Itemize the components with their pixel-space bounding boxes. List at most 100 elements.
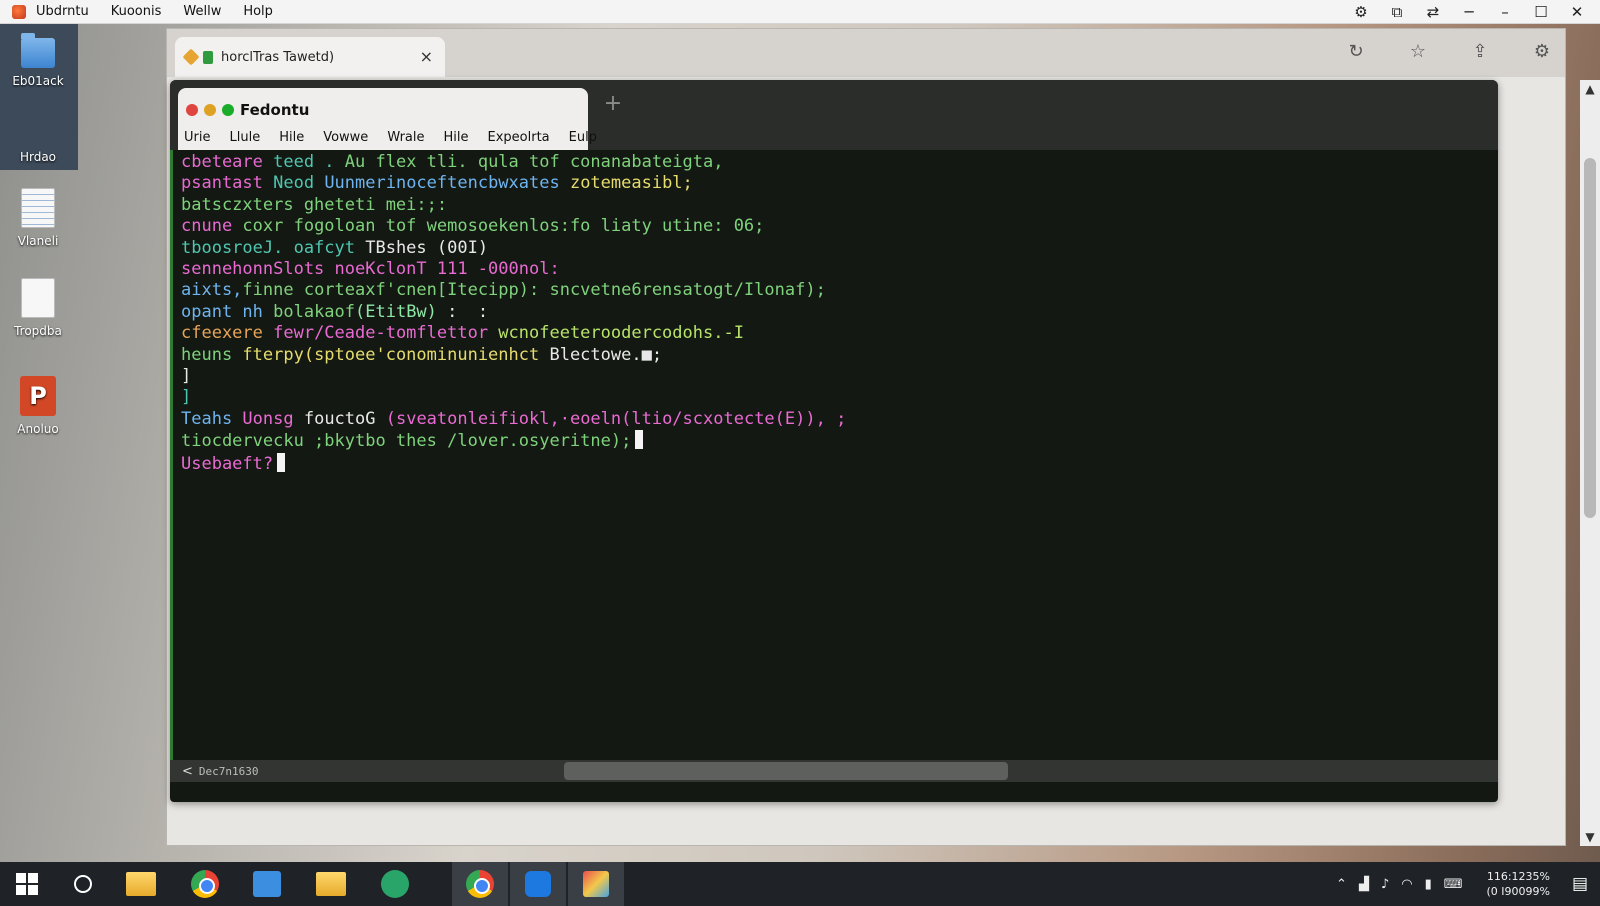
terminal-text-segment: Usebaeft? — [181, 453, 274, 474]
scroll-down-icon[interactable]: ▼ — [1580, 830, 1600, 844]
terminal-line: cfeexere fewr/Ceade-tomflettor wcnofeete… — [181, 323, 1498, 344]
presentation-icon: P — [20, 376, 56, 416]
tab-close-icon[interactable]: × — [420, 47, 433, 66]
terminal-text-segment: sennehonnSlots noeKclonT 111 -000nol: — [181, 259, 560, 280]
favicon-icon — [203, 50, 213, 64]
terminal-line: cbeteare teed . Au flex tli. qula tof co… — [181, 152, 1498, 173]
refresh-icon[interactable]: ↻ — [1345, 41, 1367, 62]
share-icon[interactable]: ⇪ — [1469, 41, 1491, 62]
terminal-text-segment: ■; — [641, 344, 663, 365]
menubar-item-help[interactable]: Holp — [243, 4, 273, 19]
volume-icon[interactable]: ♪ — [1381, 877, 1389, 892]
menubar-item-app[interactable]: Ubdrntu — [36, 4, 89, 19]
terminal-text-segment: bolakaof — [273, 301, 356, 322]
chrome-icon[interactable] — [188, 868, 222, 900]
terminal-menu: Urie Llule Hile Vowwe Wrale Hile Expeolr… — [184, 130, 616, 145]
desktop-icon-presentation[interactable]: P Anoluo — [0, 376, 76, 436]
paint-icon[interactable] — [568, 862, 624, 906]
battery-icon[interactable]: ▮ — [1425, 877, 1432, 892]
terminal-line: sennehonnSlots noeKclonT 111 -000nol: — [181, 259, 1498, 280]
desktop-icon-blank-document[interactable]: Tropdba — [0, 278, 76, 338]
window-zoom-button[interactable] — [222, 104, 234, 116]
terminal-line: tiocdervecku ;bkytbo thes /lover.osyerit… — [181, 430, 1498, 452]
star-icon[interactable]: ☆ — [1407, 41, 1429, 62]
shuffle-icon[interactable]: ⇄ — [1424, 3, 1442, 21]
files-icon[interactable] — [250, 868, 284, 900]
terminal-text-segment: tboosroeJ. oafcyt — [181, 237, 366, 258]
messaging-icon[interactable] — [378, 868, 412, 900]
desktop-icon-label: Anoluo — [17, 422, 59, 436]
terminal-text-segment: heuns — [181, 344, 243, 365]
video-call-icon[interactable] — [510, 862, 566, 906]
terminal-text-segment: ] — [181, 387, 192, 408]
browser-tab-bar: horclTras Tawetd) × ↻ ☆ ⇪ ⚙ — [167, 29, 1565, 77]
terminal-menu-item[interactable]: Vowwe — [323, 130, 368, 145]
terminal-text-segment: aixts, — [181, 280, 243, 301]
terminal-text-segment: cbeteare — [181, 152, 274, 172]
desktop-icon-label: Vlaneli — [17, 234, 59, 248]
screen-share-icon[interactable]: ⧉ — [1388, 3, 1406, 21]
window-minimize-button[interactable] — [204, 104, 216, 116]
terminal-menu-item[interactable]: Llule — [229, 130, 260, 145]
terminal-text-segment: Au flex tli. qula tof conanabateigta, — [344, 152, 724, 172]
terminal-text-segment: Blectowe. — [549, 344, 642, 365]
desktop-icon-folder[interactable]: Eb01ack — [0, 33, 76, 88]
windows-start-icon[interactable] — [10, 868, 44, 900]
menubar-item-2[interactable]: Kuoonis — [111, 4, 162, 19]
restore-icon[interactable]: – — [1496, 3, 1514, 21]
terminal-menu-item[interactable]: Eulp — [569, 130, 597, 145]
terminal-output[interactable]: cbeteare teed . Au flex tli. qula tof co… — [170, 150, 1498, 760]
terminal-menu-item[interactable]: Hile — [444, 130, 469, 145]
terminal-text-segment: ] — [181, 366, 192, 387]
terminal-menu-item[interactable]: Expeolrta — [488, 130, 550, 145]
network-icon[interactable]: ▟ — [1359, 877, 1369, 892]
terminal-text-segment: Uunmerinoceftencbwxates — [324, 173, 570, 194]
desktop-strip-label: Hrdao — [19, 150, 57, 164]
menubar-item-3[interactable]: Wellw — [183, 4, 221, 19]
desktop-icon-label: Tropdba — [14, 324, 62, 338]
close-icon[interactable]: ✕ — [1568, 3, 1586, 21]
system-tray: ⌃ ▟ ♪ ◠ ▮ ⌨ 116:1235% (0 I90099% — [1336, 862, 1550, 906]
maximize-icon[interactable]: ☐ — [1532, 3, 1550, 21]
terminal-menu-item[interactable]: Wrale — [387, 130, 424, 145]
settings-off-icon[interactable]: ⚙ — [1352, 3, 1370, 21]
browser-tab[interactable]: horclTras Tawetd) × — [175, 37, 445, 77]
terminal-text-segment: Neod — [273, 173, 325, 194]
folder-icon[interactable] — [314, 868, 348, 900]
file-explorer-icon[interactable] — [124, 868, 158, 900]
app-logo-icon[interactable] — [12, 4, 26, 19]
terminal-line: aixts,finne corteaxf'cnen[Itecipp): sncv… — [181, 280, 1498, 301]
terminal-menu-item[interactable]: Hile — [279, 130, 304, 145]
chrome-icon[interactable] — [452, 862, 508, 906]
chevron-up-icon[interactable]: ⌃ — [1336, 877, 1347, 892]
window-close-button[interactable] — [186, 104, 198, 116]
scroll-left-icon[interactable]: < — [182, 764, 193, 779]
browser-tab-title: horclTras Tawetd) — [221, 49, 335, 65]
vertical-scroll-thumb[interactable] — [1584, 158, 1596, 518]
terminal-text-segment: : : — [436, 301, 489, 322]
settings-icon[interactable]: ⚙ — [1531, 41, 1553, 62]
text-cursor — [277, 452, 286, 472]
terminal-text-segment: (EtitBw) — [355, 301, 437, 322]
desktop-icon-document[interactable]: Vlaneli — [0, 188, 76, 248]
horizontal-scroll-thumb[interactable] — [564, 762, 1008, 780]
status-text: Dec7n1630 — [198, 764, 259, 778]
clock[interactable]: 116:1235% (0 I90099% — [1487, 869, 1550, 899]
new-tab-button[interactable]: + — [602, 93, 624, 116]
search-icon[interactable] — [66, 868, 100, 900]
terminal-text-segment: cfeexere — [181, 323, 274, 344]
terminal-text-segment: TBshes (00I) — [365, 237, 489, 258]
scroll-up-icon[interactable]: ▲ — [1580, 82, 1600, 96]
wifi-icon[interactable]: ◠ — [1401, 877, 1412, 892]
keyboard-icon[interactable]: ⌨ — [1444, 877, 1463, 892]
terminal-text-segment: Uonsg — [242, 408, 304, 429]
notification-icon[interactable]: ▤ — [1572, 874, 1588, 894]
vertical-scrollbar[interactable]: ▲ ▼ — [1580, 80, 1600, 846]
minimize-icon[interactable]: ─ — [1460, 3, 1478, 21]
pencil-icon — [182, 48, 200, 66]
terminal-text-segment: fouctoG — [303, 408, 386, 429]
terminal-menu-item[interactable]: Urie — [184, 130, 210, 145]
terminal-text-segment: tiocdervecku ;bkytbo thes /lover.osyerit… — [181, 431, 632, 452]
terminal-tab[interactable]: Fedontu Urie Llule Hile Vowwe Wrale Hile… — [178, 88, 597, 150]
terminal-line: ] — [181, 387, 1498, 408]
